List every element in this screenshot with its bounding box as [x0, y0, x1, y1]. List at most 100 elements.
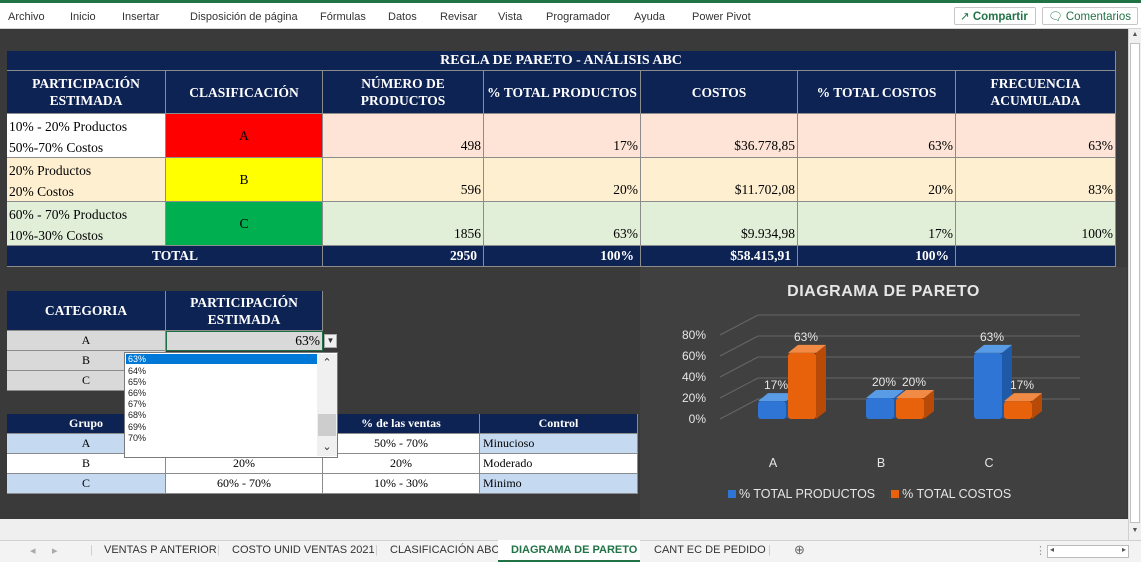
row-c-part-line2: 10%-30% Costos: [9, 228, 104, 243]
row-b-pct-costos[interactable]: 20%: [798, 158, 956, 202]
group-row-b-control[interactable]: Moderado: [480, 454, 638, 474]
category-row-a[interactable]: A: [7, 331, 166, 351]
dropdown-option[interactable]: 68%: [128, 410, 146, 420]
data-label: 20%: [902, 375, 926, 389]
dropdown-option[interactable]: 67%: [128, 399, 146, 409]
gridline-depth: [719, 377, 759, 399]
chart-plot-area: 0% 20% 40% 60% 80% 17% 20% 63% 63% 20% 17% A B C: [682, 314, 1080, 470]
row-a-clasificacion[interactable]: A: [166, 114, 323, 158]
row-b-frecuencia[interactable]: 83%: [956, 158, 1116, 202]
row-c-participacion[interactable]: 60% - 70% Productos 10%-30% Costos: [7, 202, 166, 246]
y-tick-label: 0%: [689, 412, 707, 426]
tab-datos[interactable]: Datos: [388, 11, 417, 23]
row-b-clasificacion[interactable]: B: [166, 158, 323, 202]
tab-scroll-right-icon[interactable]: ▸: [52, 544, 58, 557]
tab-ayuda[interactable]: Ayuda: [634, 11, 665, 23]
group-row-a-control[interactable]: Minucioso: [480, 434, 638, 454]
tab-programador[interactable]: Programador: [546, 11, 610, 23]
legend-label-costos: % TOTAL COSTOS: [902, 487, 1012, 501]
row-a-participacion[interactable]: 10% - 20% Productos 50%-70% Costos: [7, 114, 166, 158]
tab-revisar[interactable]: Revisar: [440, 11, 477, 23]
vertical-scroll-thumb[interactable]: [1130, 43, 1140, 523]
hscroll-left-icon[interactable]: ◂: [1050, 545, 1054, 554]
row-a-part-line1: 10% - 20% Productos: [9, 119, 128, 134]
dropdown-option[interactable]: 65%: [128, 377, 146, 387]
gridline-depth: [719, 314, 759, 336]
tab-vista[interactable]: Vista: [498, 11, 522, 23]
tab-formulas[interactable]: Fórmulas: [320, 11, 366, 23]
row-b-pct-productos[interactable]: 20%: [484, 158, 641, 202]
group-row-c-control[interactable]: Minimo: [480, 474, 638, 494]
data-label: 20%: [872, 375, 896, 389]
row-a-frecuencia[interactable]: 63%: [956, 114, 1116, 158]
horizontal-scrollbar[interactable]: ◂ ▸: [1047, 545, 1129, 558]
row-a-numero[interactable]: 498: [323, 114, 484, 158]
group-row-c-col2[interactable]: 60% - 70%: [166, 474, 323, 494]
scroll-up-icon[interactable]: ▲: [1130, 31, 1140, 38]
participation-dropdown-list[interactable]: 63% 64% 65% 66% 67% 68% 69% 70% ⌃ ⌄: [124, 352, 338, 458]
tab-power-pivot[interactable]: Power Pivot: [692, 11, 751, 23]
legend-item-productos[interactable]: % TOTAL PRODUCTOS: [728, 487, 875, 501]
dropdown-option[interactable]: 64%: [128, 366, 146, 376]
sheet-tab-diagrama-pareto[interactable]: DIAGRAMA DE PARETO: [511, 544, 637, 556]
tab-inicio[interactable]: Inicio: [70, 11, 96, 23]
pareto-chart[interactable]: DIAGRAMA DE PARETO 0% 20% 40% 60% 80% 17% 20% 6…: [640, 267, 1127, 518]
data-label: 63%: [980, 330, 1004, 344]
tab-separator: |: [217, 544, 220, 556]
more-options-icon[interactable]: ⋮: [1035, 544, 1046, 557]
add-sheet-icon[interactable]: ⊕: [794, 542, 805, 558]
row-a-pct-productos[interactable]: 17%: [484, 114, 641, 158]
chevron-down-icon[interactable]: ⌄: [317, 440, 337, 453]
row-c-costos[interactable]: $9.934,98: [641, 202, 798, 246]
dropdown-scrollbar[interactable]: ⌃ ⌄: [317, 354, 337, 456]
row-a-part-line2: 50%-70% Costos: [9, 140, 104, 155]
group-row-b-ventas[interactable]: 20%: [323, 454, 480, 474]
comments-button[interactable]: 🗨 Comentarios: [1042, 7, 1138, 25]
share-label: Compartir: [972, 11, 1028, 23]
dropdown-option[interactable]: 69%: [128, 422, 146, 432]
x-category-label: A: [769, 456, 778, 470]
row-c-pct-costos[interactable]: 17%: [798, 202, 956, 246]
hscroll-right-icon[interactable]: ▸: [1122, 545, 1126, 554]
row-a-pct-costos[interactable]: 63%: [798, 114, 956, 158]
dropdown-arrow-button[interactable]: ▼: [324, 334, 337, 348]
row-c-clasificacion[interactable]: C: [166, 202, 323, 246]
row-c-pct-productos[interactable]: 63%: [484, 202, 641, 246]
row-c-frecuencia[interactable]: 100%: [956, 202, 1116, 246]
sheet-tab-costo-unid[interactable]: COSTO UNID VENTAS 2021: [232, 544, 375, 556]
dropdown-scroll-thumb[interactable]: [318, 414, 336, 436]
row-c-numero[interactable]: 1856: [323, 202, 484, 246]
scroll-down-icon[interactable]: ▼: [1130, 527, 1140, 534]
group-row-c-ventas[interactable]: 10% - 30%: [323, 474, 480, 494]
tab-archivo[interactable]: Archivo: [8, 11, 45, 23]
sheet-tab-clasificacion-abc[interactable]: CLASIFICACIÓN ABC: [390, 544, 499, 556]
group-row-a-ventas[interactable]: 50% - 70%: [323, 434, 480, 454]
row-a-costos[interactable]: $36.778,85: [641, 114, 798, 158]
chevron-up-icon[interactable]: ⌃: [317, 356, 337, 369]
total-numero: 2950: [323, 246, 484, 267]
vertical-scrollbar[interactable]: ▲ ▼: [1128, 29, 1141, 540]
bar-a-costos: [788, 352, 816, 419]
participation-input-a[interactable]: 63%: [166, 331, 323, 351]
row-b-costos[interactable]: $11.702,08: [641, 158, 798, 202]
dropdown-option[interactable]: 70%: [128, 433, 146, 443]
row-b-numero[interactable]: 596: [323, 158, 484, 202]
sheet-tab-cant-ec-pedido[interactable]: CANT EC DE PEDIDO: [654, 544, 766, 556]
share-button[interactable]: ↗ Compartir: [954, 7, 1036, 25]
tab-scroll-left-icon[interactable]: ◂: [30, 544, 36, 557]
dropdown-option[interactable]: 66%: [128, 388, 146, 398]
row-b-participacion[interactable]: 20% Productos 20% Costos: [7, 158, 166, 202]
legend-label-productos: % TOTAL PRODUCTOS: [739, 487, 876, 501]
dropdown-option[interactable]: 63%: [128, 354, 146, 364]
category-participation-header: PARTICIPACIÓN ESTIMADA: [166, 291, 323, 331]
tab-separator: |: [90, 544, 93, 556]
group-row-c-grupo[interactable]: C: [7, 474, 166, 494]
sheet-tab-ventas-anterior[interactable]: VENTAS P ANTERIOR: [104, 544, 217, 556]
tab-separator: |: [768, 544, 771, 556]
tab-disposicion[interactable]: Disposición de página: [190, 11, 298, 23]
gridline-depth: [719, 398, 759, 420]
legend-item-costos[interactable]: % TOTAL COSTOS: [891, 487, 1011, 501]
total-pct-costos: 100%: [798, 246, 956, 267]
pareto-table-title: REGLA DE PARETO - ANÁLISIS ABC: [7, 51, 1116, 71]
tab-insertar[interactable]: Insertar: [122, 11, 159, 23]
